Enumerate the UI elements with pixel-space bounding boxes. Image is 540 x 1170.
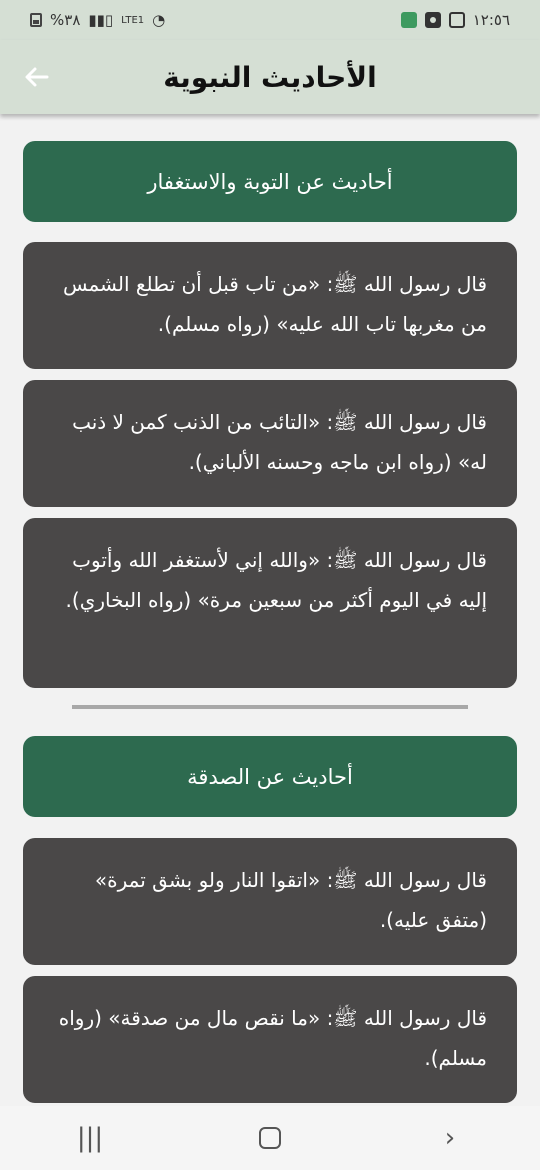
hadith-card[interactable]: قال رسول الله ﷺ: «ما نقص مال من صدقة» (ر… <box>23 976 517 1103</box>
wifi-icon: ◔ <box>152 11 166 29</box>
app-header: الأحاديث النبوية <box>0 40 540 114</box>
section-header-charity[interactable]: أحاديث عن الصدقة <box>23 736 517 817</box>
status-bar: %٣٨ ▮▮▯ LTE1 ◔ ١٢:٥٦ <box>0 0 540 40</box>
hadith-card[interactable]: قال رسول الله ﷺ: «والله إني لأستغفر الله… <box>23 518 517 688</box>
section-divider <box>72 705 468 709</box>
gallery-icon <box>448 12 465 28</box>
status-time: ١٢:٥٦ <box>472 11 510 29</box>
hadith-card[interactable]: قال رسول الله ﷺ: «من تاب قبل أن تطلع الش… <box>23 242 517 369</box>
home-icon[interactable] <box>250 1118 290 1158</box>
home-shape <box>259 1127 281 1149</box>
signal-icon: ▮▮▯ <box>88 11 114 29</box>
screen-record-icon <box>424 12 441 28</box>
system-nav-bar: ||| › <box>0 1106 540 1170</box>
hadith-card[interactable]: قال رسول الله ﷺ: «اتقوا النار ولو بشق تم… <box>23 838 517 965</box>
recents-icon[interactable]: ||| <box>70 1118 110 1158</box>
status-left: %٣٨ ▮▮▯ LTE1 ◔ <box>30 11 165 29</box>
battery-level: %٣٨ <box>50 11 81 29</box>
page-title: الأحاديث النبوية <box>163 60 377 94</box>
arrow-left-svg <box>25 67 49 87</box>
app-badge-icon <box>400 12 417 28</box>
status-right: ١٢:٥٦ <box>400 11 510 29</box>
section-header-repentance[interactable]: أحاديث عن التوبة والاستغفار <box>23 141 517 222</box>
back-arrow-icon[interactable] <box>22 62 52 92</box>
network-label: LTE1 <box>121 14 145 26</box>
hadith-card[interactable]: قال رسول الله ﷺ: «التائب من الذنب كمن لا… <box>23 380 517 507</box>
back-chevron-icon[interactable]: › <box>430 1118 470 1158</box>
content-scroll[interactable]: أحاديث عن التوبة والاستغفار قال رسول الل… <box>0 114 540 1106</box>
battery-icon <box>30 13 42 27</box>
